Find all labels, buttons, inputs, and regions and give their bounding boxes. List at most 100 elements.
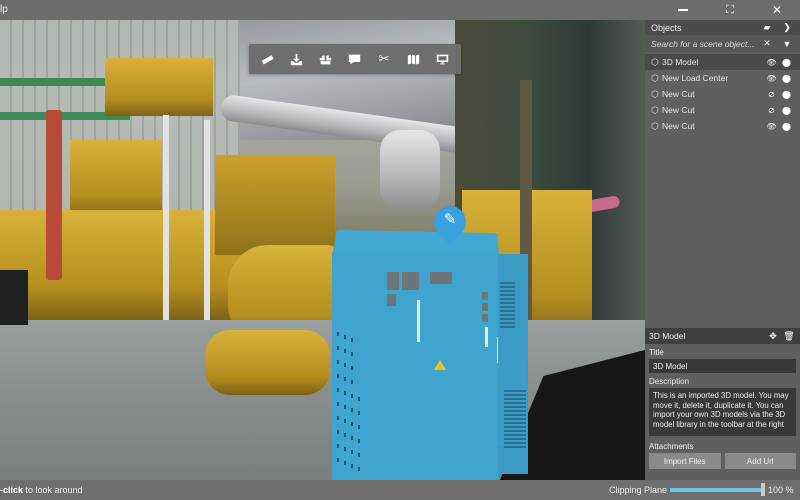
model-side-vent-line — [504, 410, 526, 412]
3d-viewport[interactable]: ✎ ✂ — [0, 20, 645, 480]
close-button[interactable]: ✕ — [764, 0, 790, 20]
model-vent-slot — [337, 388, 339, 392]
model-side-vent-line — [500, 314, 515, 316]
object-name: New Cut — [662, 89, 695, 99]
model-vent-slot — [351, 408, 353, 412]
collapse-panel-button[interactable]: ❯ — [780, 22, 794, 33]
app-title: lp — [0, 4, 8, 15]
model-vent-slot — [358, 467, 360, 471]
model-vent-slot — [351, 352, 353, 356]
objects-title: Objects — [651, 22, 682, 33]
attachments-label: Attachments — [649, 442, 694, 451]
eye-icon[interactable]: 👁 — [764, 74, 779, 83]
map-tool-button[interactable] — [402, 48, 424, 70]
model-vent-slot — [351, 422, 353, 426]
model-side-vent-line — [500, 290, 515, 292]
new-folder-button[interactable]: ▰ — [760, 22, 774, 33]
model-side-vent-line — [504, 446, 526, 448]
scene-tank — [105, 58, 213, 116]
model-side-vent-line — [500, 322, 515, 324]
import-files-button[interactable]: Import Files — [649, 453, 721, 469]
model-vent-slot — [344, 447, 346, 451]
models-tool-button[interactable] — [315, 48, 337, 70]
model-vent-slot — [337, 332, 339, 336]
model-panel — [482, 292, 488, 300]
model-side-vent-line — [500, 286, 515, 288]
import-tool-button[interactable] — [286, 48, 308, 70]
location-pin-icon[interactable]: ⬤ — [779, 106, 794, 115]
clear-search-button[interactable]: ✕ — [760, 38, 774, 49]
model-vent-slot — [344, 363, 346, 367]
scene-drum — [205, 330, 330, 395]
model-handle — [417, 300, 420, 342]
clipping-plane-value: 100 % — [768, 485, 794, 495]
clipping-slider-thumb[interactable] — [761, 483, 765, 496]
model-vent-slot — [337, 402, 339, 406]
location-pin-icon[interactable]: ⬤ — [779, 74, 794, 83]
title-field[interactable]: 3D Model — [649, 359, 796, 373]
model-vent-slot — [344, 335, 346, 339]
location-pin-icon[interactable]: ⬤ — [779, 122, 794, 131]
scene-pole — [163, 115, 169, 345]
side-panel: Objects ▰ ❯ ✕ ▼ ⬡3D Model👁⬤⬡New Load Cen… — [645, 20, 800, 480]
eye-slash-icon[interactable]: ⊘ — [764, 90, 779, 99]
model-vent-slot — [351, 380, 353, 384]
annotation-tool-button[interactable] — [344, 48, 366, 70]
measure-tool-button[interactable] — [257, 48, 279, 70]
minimize-button[interactable] — [670, 0, 696, 20]
model-side-vent-line — [504, 422, 526, 424]
scene-engine — [215, 155, 335, 255]
object-name: 3D Model — [662, 57, 699, 67]
presentation-tool-button[interactable] — [431, 48, 453, 70]
object-list-item[interactable]: ⬡ New Cut ⊘ ⬤ — [645, 102, 800, 118]
cube-icon: ⬡ — [651, 56, 659, 67]
fullscreen-button[interactable]: ⛶ — [717, 0, 743, 20]
model-vent-slot — [351, 366, 353, 370]
floating-toolbar: ✂ — [249, 44, 461, 74]
cut-tool-button[interactable]: ✂ — [373, 48, 395, 70]
model-vent-slot — [337, 360, 339, 364]
presentation-icon — [436, 54, 449, 64]
model-front — [332, 252, 500, 480]
chevron-right-icon: ❯ — [783, 22, 791, 32]
model-vent-slot — [358, 411, 360, 415]
scene-cables — [46, 110, 62, 280]
delete-button[interactable]: 🗑 — [782, 331, 796, 342]
location-pin-icon[interactable]: ⬤ — [779, 90, 794, 99]
description-label: Description — [649, 377, 690, 386]
object-list-item[interactable]: ⬡ 3D Model 👁 ⬤ — [645, 54, 800, 70]
model-vent-slot — [337, 374, 339, 378]
object-list-item[interactable]: ⬡ New Cut 👁 ⬤ — [645, 118, 800, 134]
clipping-plane-slider[interactable] — [670, 483, 765, 496]
eye-icon[interactable]: 👁 — [764, 122, 779, 131]
boxes-icon — [320, 54, 332, 64]
cube-icon: ⬡ — [651, 120, 659, 131]
object-name: New Cut — [662, 105, 695, 115]
cube-icon: ⬡ — [651, 104, 659, 115]
add-url-button[interactable]: Add Url — [724, 453, 796, 469]
pencil-icon: ✎ — [443, 211, 457, 228]
eye-icon[interactable]: 👁 — [764, 58, 779, 67]
filter-button[interactable]: ▼ — [780, 39, 794, 49]
object-search-input[interactable] — [651, 38, 756, 49]
minimize-icon — [678, 9, 688, 11]
object-list-item[interactable]: ⬡ New Cut ⊘ ⬤ — [645, 86, 800, 102]
description-field[interactable]: This is an imported 3D model. You may mo… — [649, 388, 796, 436]
location-pin-icon[interactable]: ⬤ — [779, 58, 794, 67]
model-side-vent-line — [504, 442, 526, 444]
model-vent-slot — [351, 338, 353, 342]
model-side-vent-line — [504, 426, 526, 428]
eye-slash-icon[interactable]: ⊘ — [764, 106, 779, 115]
properties-title: 3D Model — [649, 331, 686, 341]
model-vent-slot — [358, 397, 360, 401]
model-vent-slot — [337, 430, 339, 434]
object-search: ✕ ▼ — [645, 35, 800, 52]
model-side-vent-line — [504, 398, 526, 400]
comment-icon — [349, 54, 361, 64]
move-button[interactable]: ✥ — [766, 331, 780, 342]
edit-pin-marker[interactable]: ✎ — [427, 199, 473, 252]
3d-model-object[interactable] — [332, 230, 528, 480]
object-list-item[interactable]: ⬡ New Load Center 👁 ⬤ — [645, 70, 800, 86]
clipping-plane-label: Clipping Plane — [609, 485, 668, 495]
model-side-vent-line — [504, 394, 526, 396]
